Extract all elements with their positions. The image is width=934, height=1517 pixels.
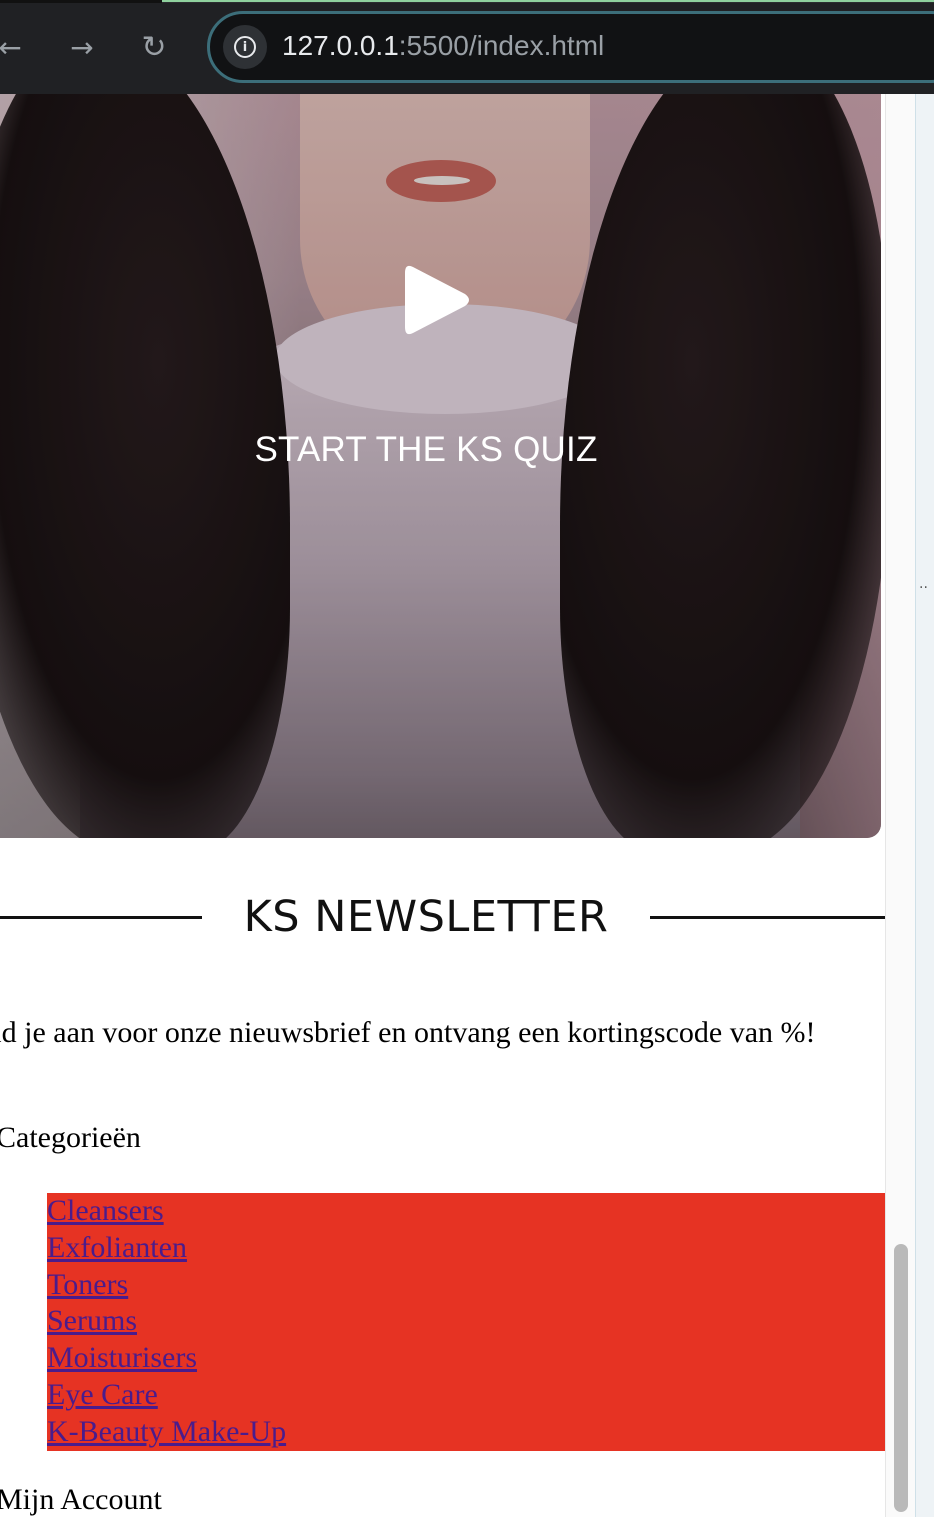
browser-toolbar: ← → ↻ i 127.0.0.1:5500/index.html bbox=[0, 0, 934, 94]
quiz-video[interactable]: START THE KS QUIZ bbox=[0, 94, 881, 838]
list-item: K-Beauty Make-Up bbox=[47, 1414, 885, 1451]
newsletter-title: KS NEWSLETTER bbox=[243, 892, 609, 942]
heading-rule-right bbox=[650, 916, 885, 919]
devtools-edge[interactable] bbox=[915, 94, 934, 1517]
newsletter-header: KS NEWSLETTER bbox=[0, 874, 885, 964]
url-host: 127.0.0.1 bbox=[282, 30, 399, 61]
category-link-toners[interactable]: Toners bbox=[47, 1268, 128, 1301]
account-heading: Mijn Account bbox=[0, 1483, 162, 1516]
category-list: Cleansers Exfolianten Toners Serums Mois… bbox=[47, 1193, 885, 1451]
reload-button[interactable]: ↻ bbox=[134, 28, 174, 68]
page-viewport: START THE KS QUIZ KS NEWSLETTER eld je a… bbox=[0, 94, 885, 1517]
play-icon[interactable] bbox=[401, 261, 473, 339]
address-bar[interactable]: i 127.0.0.1:5500/index.html bbox=[207, 11, 934, 83]
site-info-button[interactable]: i bbox=[223, 25, 267, 69]
category-link-serums[interactable]: Serums bbox=[47, 1304, 137, 1337]
category-link-exfolianten[interactable]: Exfolianten bbox=[47, 1231, 187, 1264]
category-link-k-beauty-make-up[interactable]: K-Beauty Make-Up bbox=[47, 1415, 286, 1448]
list-item: Eye Care bbox=[47, 1377, 885, 1414]
forward-button[interactable]: → bbox=[62, 28, 102, 68]
start-quiz-label[interactable]: START THE KS QUIZ bbox=[0, 430, 852, 470]
category-link-eye-care[interactable]: Eye Care bbox=[47, 1378, 158, 1411]
heading-rule-left bbox=[0, 916, 202, 919]
list-item: Exfolianten bbox=[47, 1230, 885, 1267]
right-edge-panel: ·· bbox=[885, 94, 934, 1517]
list-item: Moisturisers bbox=[47, 1340, 885, 1377]
list-item: Serums bbox=[47, 1303, 885, 1340]
list-item: Toners bbox=[47, 1267, 885, 1304]
newsletter-promo-text: eld je aan voor onze nieuwsbrief en ontv… bbox=[0, 1016, 816, 1049]
active-tab-edge bbox=[0, 0, 162, 3]
categories-heading: Categorieën bbox=[0, 1121, 141, 1154]
reload-icon: ↻ bbox=[141, 30, 167, 65]
back-button[interactable]: ← bbox=[0, 28, 30, 68]
forward-arrow-icon: → bbox=[70, 31, 94, 64]
list-item: Cleansers bbox=[47, 1193, 885, 1230]
url-text[interactable]: 127.0.0.1:5500/index.html bbox=[282, 30, 604, 62]
back-arrow-icon: ← bbox=[0, 31, 22, 64]
tab-strip-edge bbox=[0, 0, 934, 3]
scrollbar-track[interactable] bbox=[885, 94, 915, 1517]
more-icon[interactable]: ·· bbox=[919, 581, 928, 595]
info-icon: i bbox=[234, 36, 256, 58]
scrollbar-thumb[interactable] bbox=[894, 1244, 908, 1512]
category-link-cleansers[interactable]: Cleansers bbox=[47, 1194, 164, 1227]
tab-accent-line bbox=[162, 0, 934, 2]
url-path: :5500/index.html bbox=[398, 30, 605, 61]
category-link-moisturisers[interactable]: Moisturisers bbox=[47, 1341, 197, 1374]
